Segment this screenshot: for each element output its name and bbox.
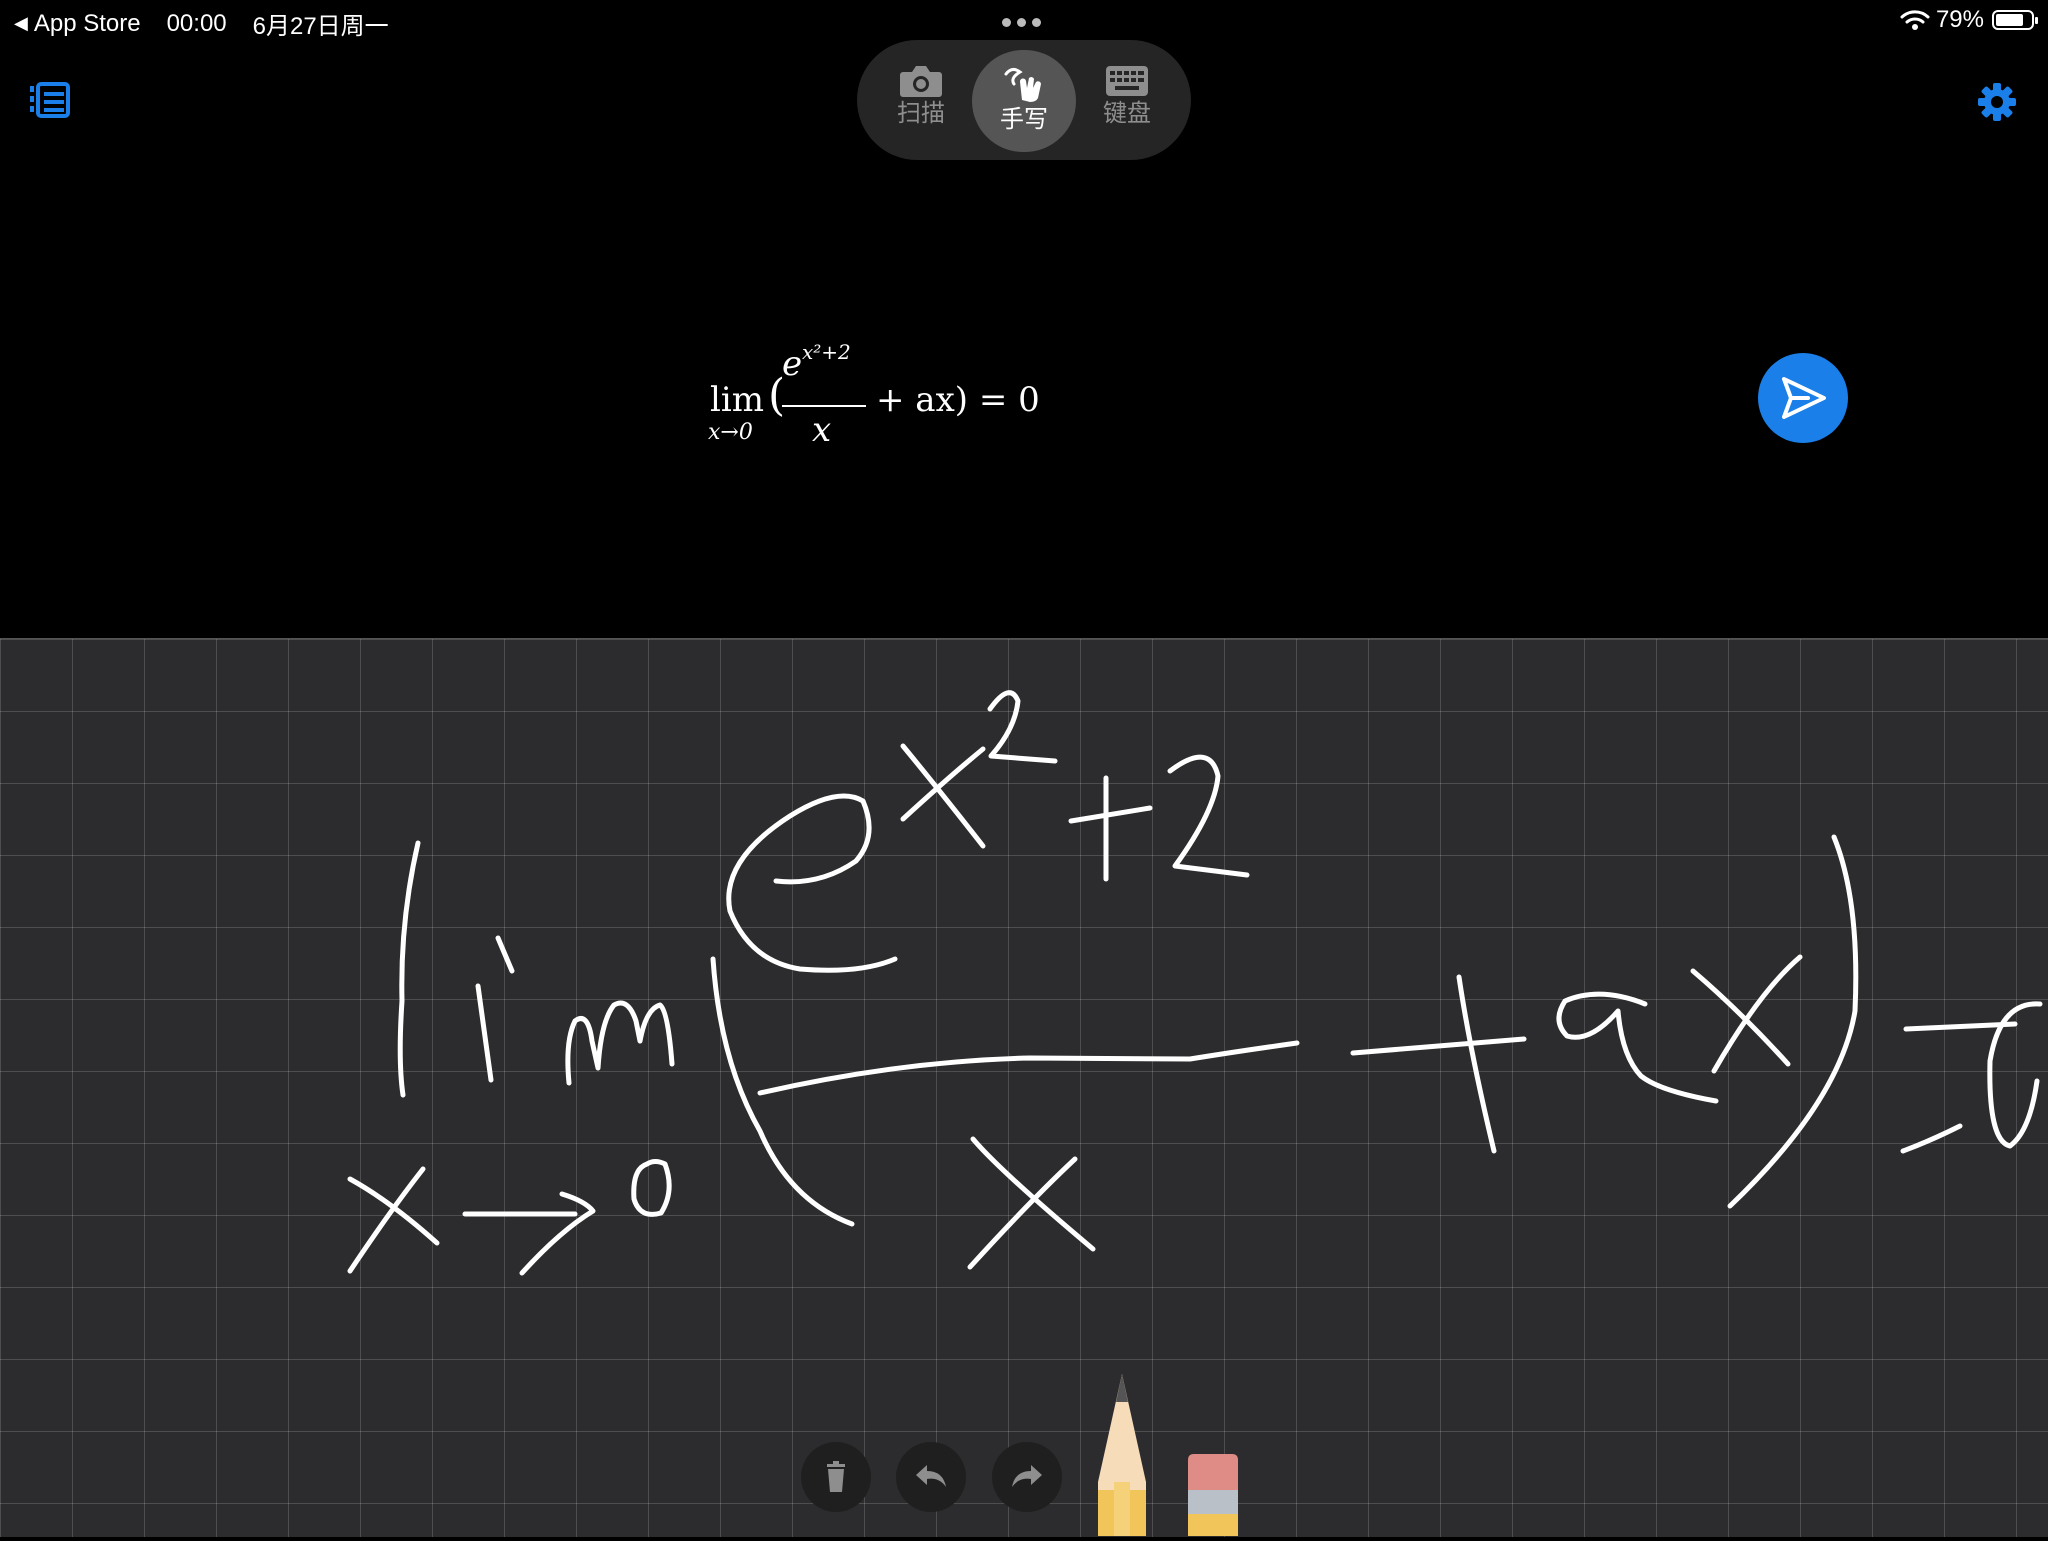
- send-button[interactable]: [1758, 353, 1848, 443]
- back-app-link[interactable]: App Store: [34, 10, 141, 38]
- redo-button[interactable]: [992, 1442, 1062, 1512]
- battery-percent: 79%: [1935, 6, 1984, 33]
- formula-lim: lim: [710, 380, 764, 420]
- status-left: ◀ App Store 00:00 6月27日周一: [14, 6, 415, 41]
- gear-icon[interactable]: [1977, 82, 2017, 122]
- back-arrow-icon[interactable]: ◀: [14, 13, 28, 34]
- mode-handwrite-label: 手写: [1000, 106, 1048, 133]
- formula-rest: + ax) = 0: [876, 380, 1040, 420]
- send-icon: [1782, 377, 1826, 419]
- undo-button[interactable]: [896, 1442, 966, 1512]
- pencil-icon[interactable]: [1094, 1372, 1150, 1536]
- formula-denominator: x: [812, 410, 832, 450]
- multitask-dots[interactable]: [1002, 18, 1041, 27]
- status-date: 6月27日周一: [252, 13, 389, 40]
- clear-button[interactable]: [801, 1442, 871, 1512]
- camera-icon: [900, 66, 942, 97]
- mode-keyboard-label: 键盘: [1103, 100, 1151, 127]
- recognized-formula[interactable]: lim x→0 ( e x²+2 x + ax) = 0: [700, 340, 1100, 460]
- list-icon[interactable]: [30, 82, 70, 118]
- input-mode-switch: 扫描 手写 键盘: [857, 40, 1191, 160]
- formula-limit-subscript: x→0: [708, 420, 753, 445]
- keyboard-icon: [1106, 66, 1148, 96]
- formula-exponent: x²+2: [802, 340, 851, 364]
- undo-icon: [916, 1465, 946, 1487]
- status-right: 79%: [1900, 6, 2038, 34]
- formula-fraction-bar: [782, 405, 866, 407]
- eraser-icon[interactable]: [1186, 1452, 1240, 1536]
- redo-icon: [1012, 1465, 1042, 1487]
- status-time: 00:00: [166, 9, 227, 37]
- hand-draw-icon: [1004, 67, 1041, 102]
- formula-numerator: e: [782, 344, 803, 384]
- wifi-icon: [1900, 10, 1930, 30]
- trash-icon: [827, 1461, 845, 1492]
- battery-icon: [1992, 10, 2038, 30]
- status-bar: ◀ App Store 00:00 6月27日周一 79%: [0, 0, 2048, 40]
- handwriting-strokes: [347, 690, 2043, 1276]
- mode-handwrite-button[interactable]: 手写: [972, 50, 1076, 152]
- mode-scan-label: 扫描: [897, 100, 945, 127]
- mode-scan-button[interactable]: 扫描: [869, 50, 973, 152]
- handwriting-canvas[interactable]: [0, 638, 2048, 1537]
- mode-keyboard-button[interactable]: 键盘: [1075, 50, 1179, 152]
